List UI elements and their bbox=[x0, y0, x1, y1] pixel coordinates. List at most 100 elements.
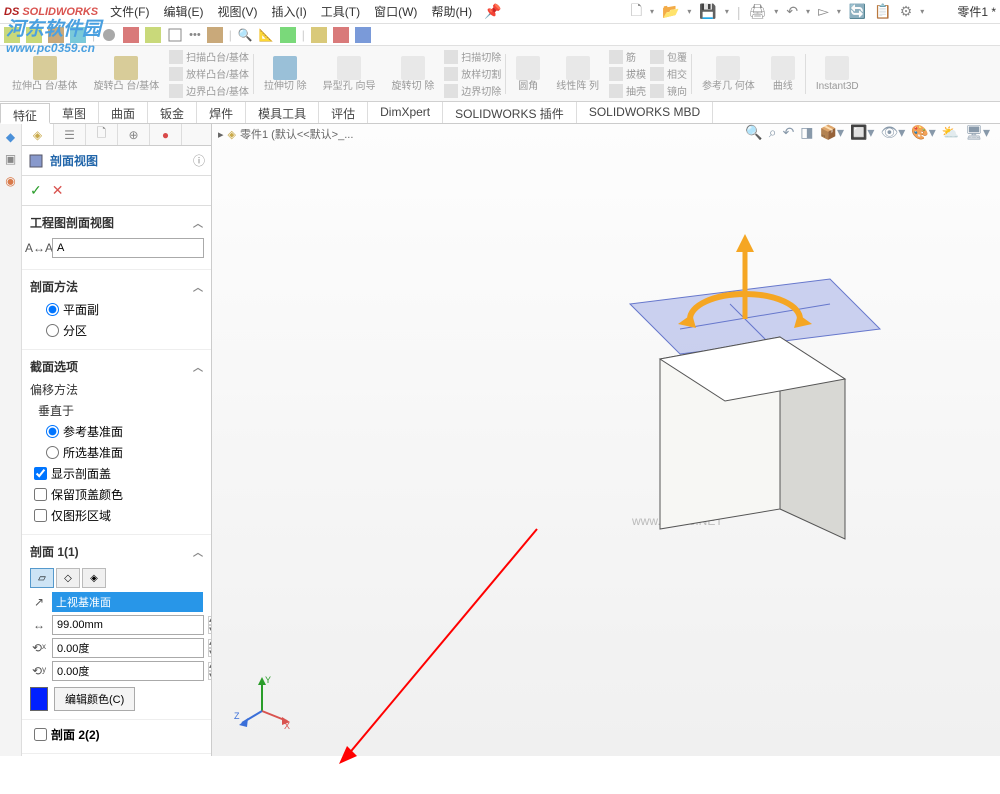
ribbon-sweep-boss[interactable]: 扫描凸台/基体 bbox=[169, 49, 249, 64]
edit-color-button[interactable]: 编辑颜色(C) bbox=[54, 687, 135, 711]
ribbon-loft-cut[interactable]: 放样切割 bbox=[444, 66, 501, 81]
strip-icon-2[interactable]: ▣ bbox=[5, 152, 16, 166]
rebuild-icon[interactable]: 🔄 bbox=[849, 3, 866, 20]
menu-file[interactable]: 文件(F) bbox=[110, 3, 149, 20]
ribbon-extrude-boss[interactable]: 拉伸凸 台/基体 bbox=[6, 56, 84, 92]
plane-btn-front[interactable]: ◇ bbox=[56, 568, 80, 588]
cancel-button[interactable]: ✕ bbox=[52, 182, 64, 199]
section-color-swatch[interactable] bbox=[30, 687, 48, 711]
save-icon[interactable]: 💾 bbox=[699, 3, 716, 20]
print-icon[interactable]: 🖨 bbox=[749, 3, 767, 20]
tool-icon-5[interactable] bbox=[101, 27, 117, 43]
tab-evaluate[interactable]: 评估 bbox=[319, 102, 368, 123]
tab-mbd[interactable]: SOLIDWORKS MBD bbox=[577, 102, 713, 123]
menu-edit[interactable]: 编辑(E) bbox=[163, 3, 203, 20]
scene-icon[interactable]: ⛅ bbox=[942, 124, 959, 141]
check-keep-color[interactable] bbox=[34, 488, 47, 501]
chevron-up-icon[interactable]: ︿ bbox=[193, 359, 203, 374]
radio-sel-plane[interactable] bbox=[46, 446, 59, 459]
ribbon-sweep-cut[interactable]: 扫描切除 bbox=[444, 49, 501, 64]
zoom-area-icon[interactable]: ⌕ bbox=[769, 124, 777, 141]
plane-selection[interactable]: 上视基准面 bbox=[52, 592, 203, 612]
ribbon-intersect[interactable]: 相交 bbox=[650, 66, 687, 81]
panel-tab-3[interactable]: 🗋 bbox=[86, 124, 118, 145]
tool-icon-10[interactable] bbox=[280, 27, 296, 43]
tab-features[interactable]: 特征 bbox=[0, 103, 50, 124]
chevron-up-icon[interactable]: ︿ bbox=[193, 279, 203, 294]
measure-icon[interactable]: 📐 bbox=[259, 28, 274, 42]
ribbon-ref-geom[interactable]: 参考几 何体 bbox=[696, 56, 761, 92]
zoom-fit-icon[interactable]: 🔍 bbox=[745, 124, 762, 141]
tab-sheetmetal[interactable]: 钣金 bbox=[148, 102, 197, 123]
reverse-icon[interactable]: ↗ bbox=[30, 593, 48, 611]
3d-model[interactable] bbox=[550, 224, 900, 574]
panel-tab-2[interactable]: ☰ bbox=[54, 124, 86, 145]
tool-icon-8[interactable] bbox=[167, 27, 183, 43]
ribbon-mirror[interactable]: 镜向 bbox=[650, 83, 687, 98]
chevron-up-icon[interactable]: ︿ bbox=[193, 215, 203, 230]
options-icon[interactable]: 📋 bbox=[874, 3, 891, 20]
ribbon-hole-wizard[interactable]: 异型孔 向导 bbox=[317, 56, 382, 92]
view-settings-icon[interactable]: 🖥▾ bbox=[965, 124, 990, 141]
undo-icon[interactable]: ↶ bbox=[786, 3, 798, 20]
ribbon-fillet[interactable]: 圆角 bbox=[510, 56, 546, 92]
tab-weldments[interactable]: 焊件 bbox=[197, 102, 246, 123]
display-style-icon[interactable]: 🔲▾ bbox=[850, 124, 874, 141]
ribbon-extrude-cut[interactable]: 拉伸切 除 bbox=[258, 56, 313, 92]
open-icon[interactable]: 📂 bbox=[662, 3, 679, 20]
panel-tab-4[interactable]: ⊕ bbox=[118, 124, 150, 145]
tab-moldtools[interactable]: 模具工具 bbox=[246, 102, 319, 123]
ribbon-boundary-cut[interactable]: 边界切除 bbox=[444, 83, 501, 98]
tool-icon-11[interactable] bbox=[311, 27, 327, 43]
ribbon-instant3d[interactable]: Instant3D bbox=[810, 56, 865, 92]
menu-window[interactable]: 窗口(W) bbox=[374, 3, 417, 20]
plane-btn-right[interactable]: ◈ bbox=[82, 568, 106, 588]
tab-dimxpert[interactable]: DimXpert bbox=[368, 102, 443, 123]
search-icon[interactable]: 🔍 bbox=[238, 28, 253, 42]
section-label-input[interactable] bbox=[52, 238, 204, 258]
menu-tools[interactable]: 工具(T) bbox=[321, 3, 360, 20]
ribbon-boundary-boss[interactable]: 边界凸台/基体 bbox=[169, 83, 249, 98]
view-triad[interactable]: Y X Z bbox=[232, 671, 292, 731]
check-graphics-only[interactable] bbox=[34, 509, 47, 522]
ribbon-shell[interactable]: 抽壳 bbox=[609, 83, 646, 98]
hide-show-icon[interactable]: 👁▾ bbox=[880, 124, 905, 141]
radio-planar[interactable] bbox=[46, 303, 59, 316]
tab-addins[interactable]: SOLIDWORKS 插件 bbox=[443, 102, 577, 123]
section-view-icon[interactable]: ◨ bbox=[800, 124, 813, 141]
ok-button[interactable]: ✓ bbox=[30, 182, 42, 199]
ribbon-revolve-boss[interactable]: 旋转凸 台/基体 bbox=[88, 56, 166, 92]
tool-icon-13[interactable] bbox=[355, 27, 371, 43]
check-show-cap[interactable] bbox=[34, 467, 47, 480]
radio-partition[interactable] bbox=[46, 324, 59, 337]
radio-ref-plane[interactable] bbox=[46, 425, 59, 438]
tool-icon-7[interactable] bbox=[145, 27, 161, 43]
tool-icon-12[interactable] bbox=[333, 27, 349, 43]
plane-btn-top[interactable]: ▱ bbox=[30, 568, 54, 588]
tool-icon-3[interactable] bbox=[48, 27, 64, 43]
ribbon-draft[interactable]: 拔模 bbox=[609, 66, 646, 81]
ribbon-revolve-cut[interactable]: 旋转切 除 bbox=[385, 56, 440, 92]
panel-tab-5[interactable]: ● bbox=[150, 124, 182, 145]
ribbon-rib[interactable]: 筋 bbox=[609, 49, 646, 64]
angle-y-input[interactable] bbox=[52, 661, 204, 681]
select-icon[interactable]: ▻ bbox=[818, 3, 829, 20]
graphics-viewport[interactable]: ▸ ◈ 零件1 (默认<<默认>_... 🔍 ⌕ ↶ ◨ 📦▾ 🔲▾ 👁▾ 🎨▾… bbox=[212, 124, 1000, 756]
view-orient-icon[interactable]: 📦▾ bbox=[820, 124, 844, 141]
ribbon-linear-pattern[interactable]: 线性阵 列 bbox=[550, 56, 605, 92]
menu-view[interactable]: 视图(V) bbox=[217, 3, 257, 20]
strip-icon-3[interactable]: ◉ bbox=[5, 174, 15, 188]
tool-icon-4[interactable] bbox=[70, 27, 86, 43]
settings-icon[interactable]: ⚙ bbox=[900, 3, 913, 20]
appearance-icon[interactable]: 🎨▾ bbox=[911, 124, 935, 141]
tab-surface[interactable]: 曲面 bbox=[99, 102, 148, 123]
tab-sketch[interactable]: 草图 bbox=[50, 102, 99, 123]
help-icon[interactable]: ⓘ bbox=[193, 152, 205, 169]
ribbon-loft-boss[interactable]: 放样凸台/基体 bbox=[169, 66, 249, 81]
ribbon-curves[interactable]: 曲线 bbox=[765, 56, 801, 92]
menu-insert[interactable]: 插入(I) bbox=[271, 3, 306, 20]
tool-icon-6[interactable] bbox=[123, 27, 139, 43]
angle-x-input[interactable] bbox=[52, 638, 204, 658]
tool-icon-2[interactable] bbox=[26, 27, 42, 43]
strip-icon-1[interactable]: ◆ bbox=[6, 130, 15, 144]
